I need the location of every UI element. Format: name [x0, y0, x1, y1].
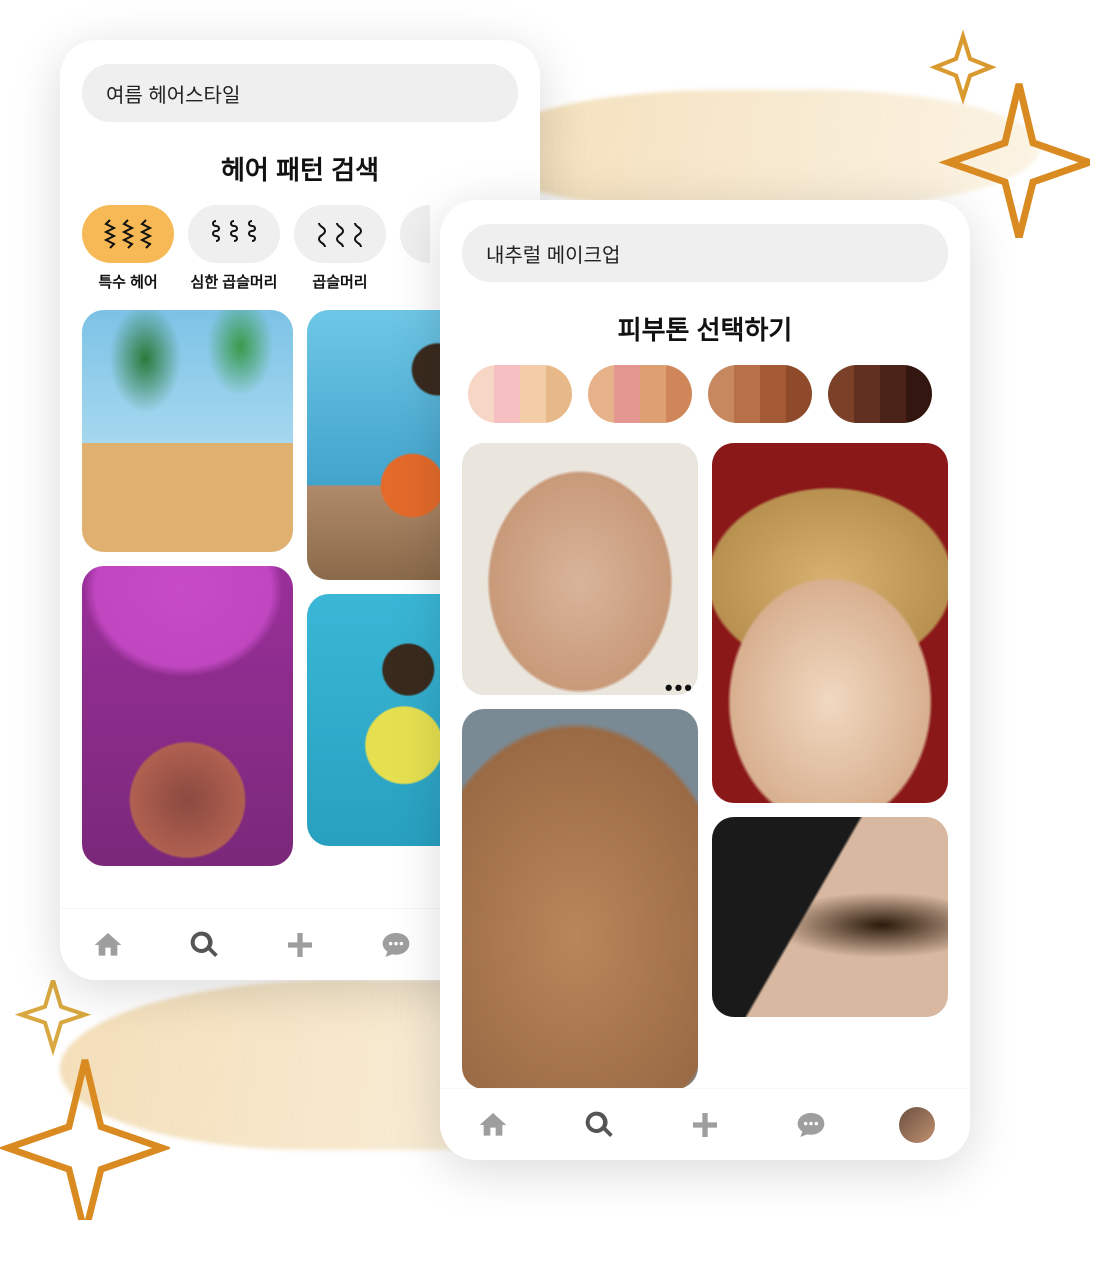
section-title: 피부톤 선택하기	[440, 310, 970, 347]
bald-smile-photo	[462, 443, 698, 695]
image-grid: ••••••	[440, 443, 970, 1088]
search-value: 내추럴 메이크업	[486, 239, 620, 268]
search-input[interactable]: 내추럴 메이크업	[462, 224, 948, 282]
chat-icon[interactable]	[793, 1107, 829, 1143]
phone-makeup-search: 내추럴 메이크업 피부톤 선택하기 ••••••	[440, 200, 970, 1160]
wave-icon	[400, 205, 430, 263]
pin-card[interactable]	[82, 566, 293, 866]
hair-pattern-chip[interactable]: 곱슬머리	[294, 205, 386, 292]
chip-label: 곱슬머리	[312, 271, 367, 292]
pin-card[interactable]: •••	[462, 709, 698, 1088]
more-options-icon[interactable]: •••	[665, 675, 694, 701]
skin-tone-swatch[interactable]	[468, 365, 572, 423]
chip-label: 심한 곱슬머리	[191, 271, 278, 292]
search-value: 여름 헤어스타일	[106, 79, 240, 108]
braid-icon	[82, 205, 174, 263]
skin-tone-swatch[interactable]	[708, 365, 812, 423]
pin-card[interactable]	[712, 443, 948, 803]
red-background-photo	[712, 443, 948, 803]
eyebrow-closeup-photo	[712, 817, 948, 1017]
hair-pattern-chip[interactable]: 특수 헤어	[82, 205, 174, 292]
purple-flowers-photo	[82, 566, 293, 866]
skin-tone-swatch[interactable]	[828, 365, 932, 423]
search-icon[interactable]	[581, 1107, 617, 1143]
hair-pattern-chip[interactable]: 심한 곱슬머리	[188, 205, 280, 292]
pin-card[interactable]	[82, 310, 293, 552]
curl-icon	[294, 205, 386, 263]
pin-card[interactable]	[712, 817, 948, 1017]
palm-trees-photo	[82, 310, 293, 552]
tight-curl-icon	[188, 205, 280, 263]
add-icon[interactable]	[282, 927, 318, 963]
chip-label: 특수 헤어	[98, 271, 157, 292]
skin-tone-chips	[440, 365, 970, 423]
home-icon[interactable]	[475, 1107, 511, 1143]
pin-card[interactable]: •••	[462, 443, 698, 695]
freckles-closeup-photo	[462, 709, 698, 1088]
hair-pattern-chip[interactable]	[400, 205, 430, 292]
home-icon[interactable]	[90, 927, 126, 963]
add-icon[interactable]	[687, 1107, 723, 1143]
bottom-nav	[440, 1088, 970, 1160]
profile-avatar[interactable]	[899, 1107, 935, 1143]
skin-tone-swatch[interactable]	[588, 365, 692, 423]
search-icon[interactable]	[186, 927, 222, 963]
section-title: 헤어 패턴 검색	[60, 150, 540, 187]
chat-icon[interactable]	[378, 927, 414, 963]
search-input[interactable]: 여름 헤어스타일	[82, 64, 518, 122]
sparkle-icon	[0, 980, 170, 1220]
